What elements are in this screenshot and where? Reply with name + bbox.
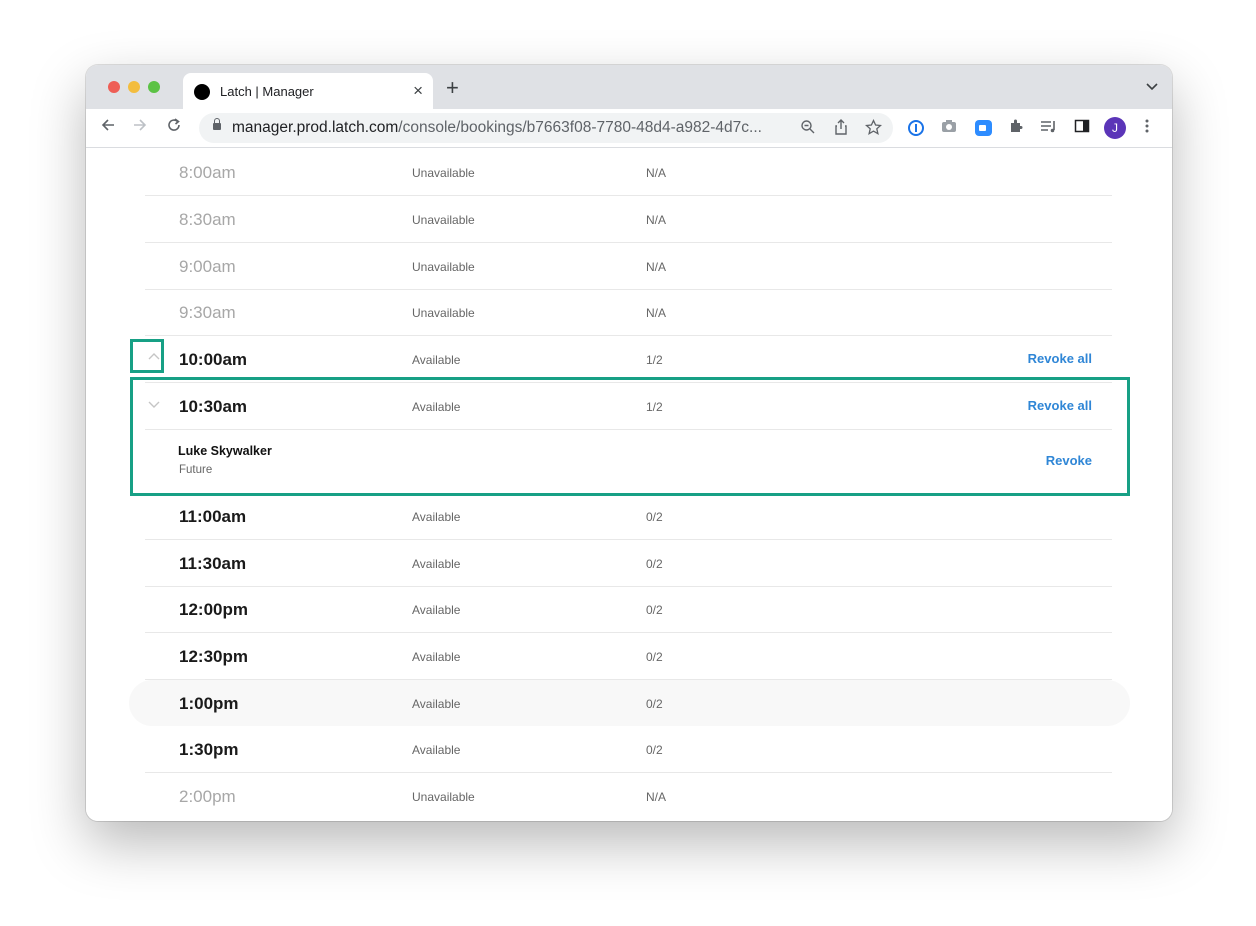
table-row: 8:00am Unavailable N/A	[145, 149, 1112, 196]
camera-icon[interactable]	[941, 118, 957, 139]
highlight-box-expanded-slot	[130, 377, 1130, 496]
slot-time: 1:30pm	[179, 740, 239, 759]
close-window-button[interactable]	[108, 81, 120, 93]
star-icon[interactable]	[864, 118, 883, 141]
table-row: 9:30am Unavailable N/A	[145, 289, 1112, 336]
slot-status: Unavailable	[412, 213, 475, 227]
tab-latch-manager[interactable]: Latch | Manager ×	[183, 73, 433, 109]
zoom-video-icon[interactable]	[975, 120, 992, 136]
slot-count: 0/2	[646, 557, 663, 571]
table-row: 10:00am Available 1/2 Revoke all	[145, 336, 1112, 383]
slot-count: 0/2	[646, 650, 663, 664]
slot-status: Unavailable	[412, 306, 475, 320]
slot-count: N/A	[646, 166, 667, 180]
browser-window: Latch | Manager × + manager.prod.latch.c…	[86, 65, 1172, 821]
url-text: manager.prod.latch.com/console/bookings/…	[232, 119, 762, 137]
slot-status: Available	[412, 603, 461, 617]
table-row: 2:00pm Unavailable N/A	[145, 773, 1112, 819]
slot-count: N/A	[646, 213, 667, 227]
minimize-window-button[interactable]	[128, 81, 140, 93]
maximize-window-button[interactable]	[148, 81, 160, 93]
tab-title: Latch | Manager	[220, 84, 314, 99]
browser-toolbar: manager.prod.latch.com/console/bookings/…	[86, 109, 1172, 148]
reading-list-icon[interactable]	[1040, 118, 1058, 139]
onepassword-icon[interactable]	[908, 120, 924, 136]
slot-time: 8:00am	[179, 163, 236, 182]
table-row: 11:30am Available 0/2	[145, 540, 1112, 587]
slot-time: 12:30pm	[179, 647, 248, 666]
slot-count: N/A	[646, 306, 667, 320]
slot-count: 0/2	[646, 697, 663, 711]
back-icon[interactable]	[100, 117, 116, 138]
slot-count: N/A	[646, 790, 667, 804]
table-row[interactable]: 1:00pm Available 0/2	[129, 680, 1130, 726]
slot-count: 1/2	[646, 353, 663, 367]
tab-close-button[interactable]: ×	[413, 81, 423, 101]
slot-status: Unavailable	[412, 166, 475, 180]
slot-count: 0/2	[646, 603, 663, 617]
slot-time: 11:30am	[179, 554, 247, 573]
reload-icon[interactable]	[166, 117, 182, 138]
slot-time: 10:00am	[179, 350, 248, 369]
slot-time: 12:00pm	[179, 600, 248, 619]
slot-time: 8:30am	[179, 210, 236, 229]
share-icon[interactable]	[833, 119, 849, 140]
slot-count: 0/2	[646, 510, 663, 524]
url-path: /console/bookings/b7663f08-7780-48d4-a98…	[398, 119, 762, 136]
bookings-content: 8:00am Unavailable N/A 8:30am Unavailabl…	[86, 148, 1172, 821]
slot-status: Unavailable	[412, 790, 475, 804]
table-row: 12:30pm Available 0/2	[145, 633, 1112, 680]
revoke-all-button[interactable]: Revoke all	[1028, 351, 1092, 366]
slot-status: Available	[412, 650, 461, 664]
side-panel-icon[interactable]	[1074, 118, 1090, 139]
tab-search-icon[interactable]	[1146, 79, 1158, 94]
highlight-box-toggle	[130, 339, 164, 373]
lock-icon[interactable]	[213, 118, 221, 130]
slot-status: Available	[412, 743, 461, 757]
table-row: 1:30pm Available 0/2	[145, 726, 1112, 773]
forward-icon[interactable]	[132, 117, 148, 138]
kebab-menu-icon[interactable]	[1144, 118, 1150, 139]
slot-status: Unavailable	[412, 260, 475, 274]
slot-time: 9:00am	[179, 257, 236, 276]
slot-time: 9:30am	[179, 303, 236, 322]
table-row: 11:00am Available 0/2	[145, 493, 1112, 540]
slot-time: 2:00pm	[179, 787, 236, 806]
slot-status: Available	[412, 557, 461, 571]
slot-count: 0/2	[646, 743, 663, 757]
slot-status: Available	[412, 510, 461, 524]
url-host: manager.prod.latch.com	[232, 119, 399, 136]
table-row: 8:30am Unavailable N/A	[145, 196, 1112, 243]
address-bar[interactable]: manager.prod.latch.com/console/bookings/…	[199, 113, 893, 143]
zoom-out-icon[interactable]	[800, 119, 816, 140]
slot-count: N/A	[646, 260, 667, 274]
table-row: 12:00pm Available 0/2	[145, 586, 1112, 633]
slot-time: 11:00am	[179, 507, 247, 526]
profile-avatar[interactable]: J	[1104, 117, 1126, 139]
slot-status: Available	[412, 353, 461, 367]
tab-bar: Latch | Manager × +	[86, 65, 1172, 109]
slot-status: Available	[412, 697, 461, 711]
slot-time: 1:00pm	[179, 694, 239, 713]
table-row: 9:00am Unavailable N/A	[145, 243, 1112, 290]
latch-favicon-icon	[194, 84, 210, 100]
new-tab-button[interactable]: +	[446, 77, 459, 99]
extensions-icon[interactable]	[1008, 118, 1024, 139]
